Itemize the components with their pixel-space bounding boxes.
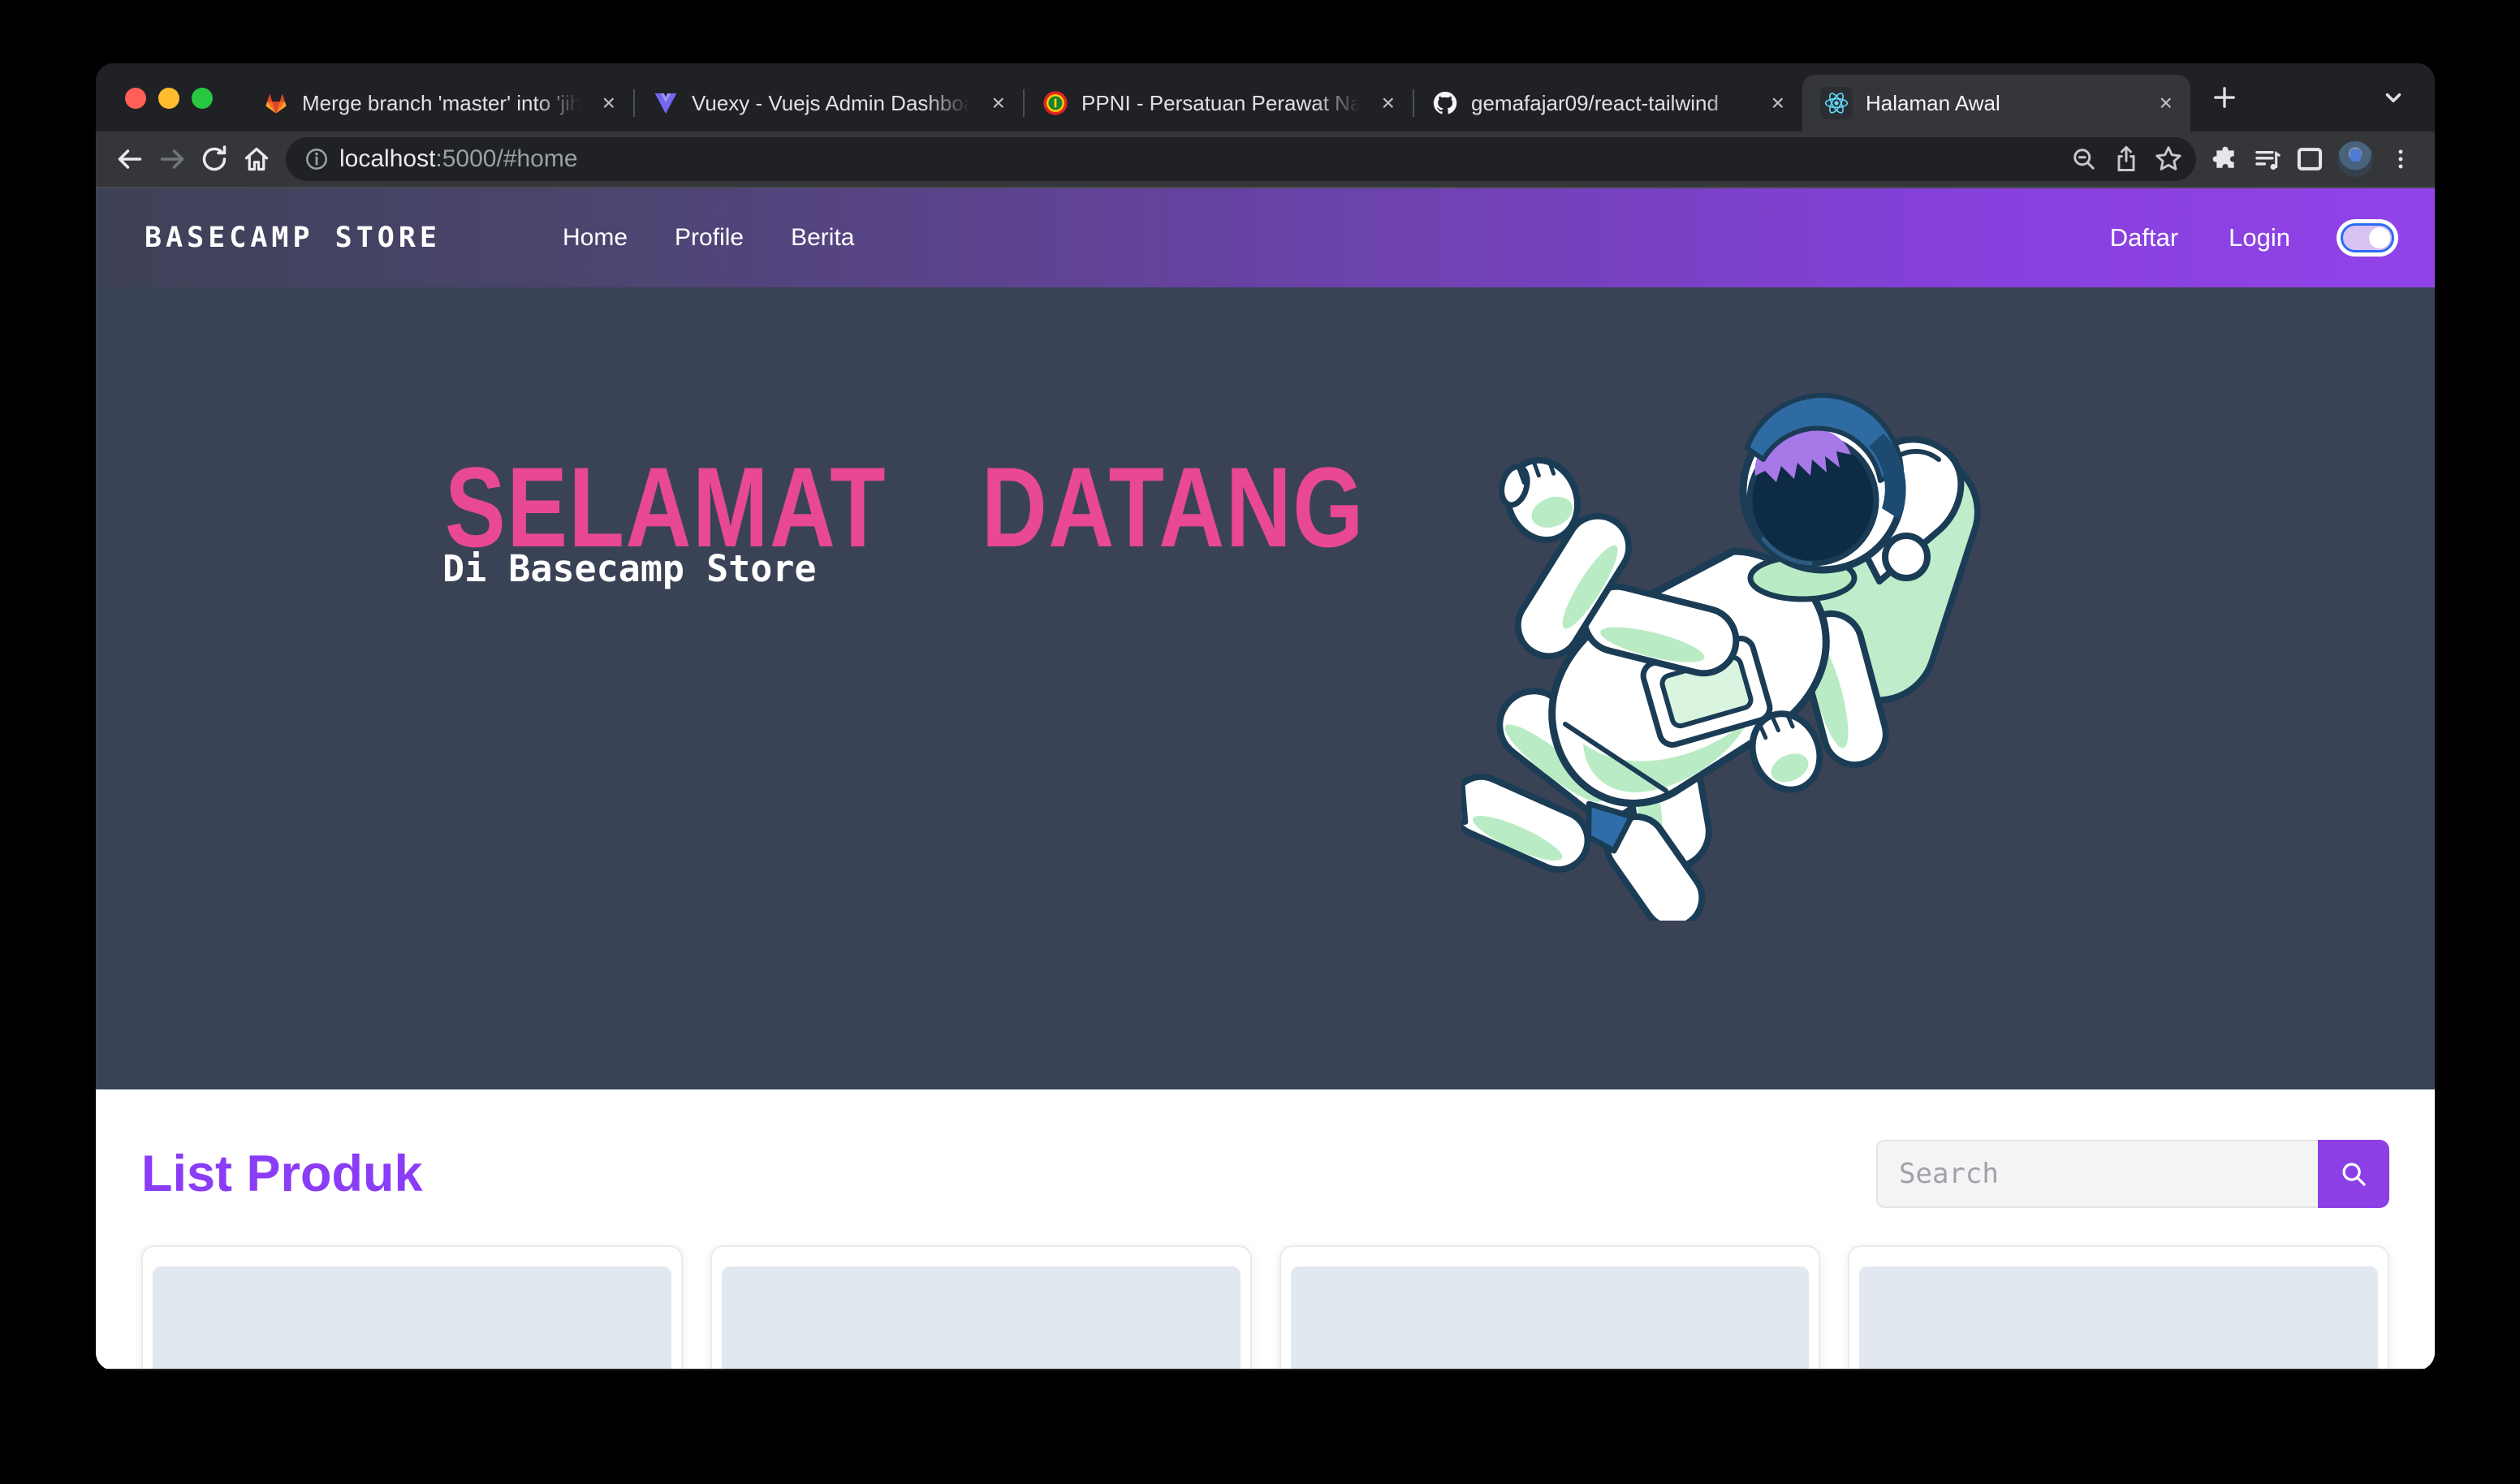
product-card[interactable]	[710, 1245, 1252, 1369]
product-card[interactable]	[1848, 1245, 2389, 1369]
browser-menu-button[interactable]	[2380, 138, 2422, 180]
close-window-button[interactable]	[125, 88, 146, 109]
products-heading: List Produk	[141, 1145, 423, 1203]
tab-ppni[interactable]: PPNI - Persatuan Perawat Nasio ×	[1025, 75, 1413, 132]
plus-icon	[2210, 83, 2239, 112]
nav-link-profile[interactable]: Profile	[675, 224, 744, 252]
bookmark-button[interactable]	[2147, 138, 2190, 180]
product-card-grid	[141, 1245, 2389, 1369]
tab-gitlab[interactable]: Merge branch 'master' into 'jiha ×	[245, 75, 633, 132]
media-controls-button[interactable]	[2246, 138, 2289, 180]
site-navbar: BASECAMP STORE Home Profile Berita Dafta…	[96, 188, 2435, 287]
site-info-button[interactable]	[299, 141, 334, 177]
nav-link-home[interactable]: Home	[563, 224, 628, 252]
tab-title: Vuexy - Vuejs Admin Dashboard	[692, 91, 976, 116]
reload-button[interactable]	[193, 138, 235, 180]
forward-button[interactable]	[151, 138, 193, 180]
home-button[interactable]	[235, 138, 278, 180]
product-image-placeholder	[722, 1266, 1241, 1369]
hero-section: SELAMAT DATANG Di Basecamp Store	[96, 287, 2435, 1089]
hero-subtitle: Di Basecamp Store	[442, 547, 817, 590]
share-icon	[2112, 145, 2141, 174]
product-image-placeholder	[153, 1266, 671, 1369]
product-image-placeholder	[1291, 1266, 1810, 1369]
tab-close-icon[interactable]: ×	[1379, 88, 1398, 118]
tab-close-icon[interactable]: ×	[1768, 88, 1788, 118]
browser-window: Merge branch 'master' into 'jiha × Vuexy…	[96, 63, 2435, 1370]
product-card[interactable]	[141, 1245, 683, 1369]
tab-close-icon[interactable]: ×	[599, 88, 619, 118]
extensions-button[interactable]	[2204, 138, 2246, 180]
zoom-button[interactable]	[2063, 138, 2105, 180]
url-text: localhost:5000/#home	[339, 145, 578, 173]
nav-actions: Daftar Login	[2110, 223, 2406, 252]
tab-vuexy[interactable]: Vuexy - Vuejs Admin Dashboard ×	[635, 75, 1023, 132]
products-header: List Produk	[141, 1140, 2389, 1208]
brand-logo: BASECAMP STORE	[145, 222, 441, 254]
tab-close-icon[interactable]: ×	[989, 88, 1008, 118]
vuexy-icon	[653, 90, 679, 116]
tab-github[interactable]: gemafajar09/react-tailwind ×	[1414, 75, 1802, 132]
tab-title: gemafajar09/react-tailwind	[1471, 91, 1755, 116]
address-bar-actions	[2063, 138, 2190, 180]
profile-avatar[interactable]	[2337, 141, 2373, 177]
star-icon	[2153, 144, 2184, 175]
tab-halaman-awal-active[interactable]: Halaman Awal ×	[1802, 75, 2190, 132]
forward-icon	[156, 143, 188, 175]
toggle-knob	[2369, 227, 2390, 248]
tab-title: PPNI - Persatuan Perawat Nasio	[1081, 91, 1366, 116]
ppni-icon	[1042, 90, 1068, 116]
url-path: :5000/#home	[435, 145, 577, 172]
github-icon	[1432, 90, 1458, 116]
puzzle-icon	[2210, 144, 2241, 175]
traffic-lights	[125, 88, 213, 109]
browser-toolbar: localhost:5000/#home	[96, 132, 2435, 188]
address-bar[interactable]: localhost:5000/#home	[286, 137, 2196, 181]
tabs: Merge branch 'master' into 'jiha × Vuexy…	[245, 75, 2190, 132]
nav-link-berita[interactable]: Berita	[791, 224, 854, 252]
tab-search-button[interactable]	[2374, 80, 2413, 115]
url-host: localhost	[339, 145, 435, 172]
tab-strip: Merge branch 'master' into 'jiha × Vuexy…	[96, 63, 2435, 132]
zoom-out-icon	[2069, 145, 2099, 174]
astronaut-illustration	[1461, 369, 1981, 921]
info-icon	[303, 145, 330, 173]
theme-toggle[interactable]	[2341, 223, 2394, 252]
search-input[interactable]	[1876, 1140, 2318, 1208]
share-button[interactable]	[2105, 138, 2147, 180]
product-image-placeholder	[1859, 1266, 2378, 1369]
home-icon	[240, 143, 273, 175]
gitlab-icon	[263, 90, 289, 116]
back-button[interactable]	[109, 138, 151, 180]
nav-action-daftar[interactable]: Daftar	[2110, 223, 2178, 252]
minimize-window-button[interactable]	[158, 88, 179, 109]
tab-title: Halaman Awal	[1866, 91, 2143, 116]
three-dots-icon	[2386, 145, 2415, 174]
search-button[interactable]	[2318, 1140, 2389, 1208]
nav-action-login[interactable]: Login	[2229, 223, 2290, 252]
new-tab-button[interactable]	[2203, 76, 2246, 119]
tab-title: Merge branch 'master' into 'jiha	[302, 91, 586, 116]
tab-close-icon[interactable]: ×	[2156, 88, 2176, 118]
search-icon	[2338, 1158, 2369, 1189]
products-section: List Produk	[96, 1089, 2435, 1369]
reload-icon	[198, 143, 231, 175]
nav-links: Home Profile Berita	[563, 224, 854, 252]
back-icon	[114, 143, 146, 175]
page-content: BASECAMP STORE Home Profile Berita Dafta…	[96, 188, 2435, 1369]
product-card[interactable]	[1279, 1245, 1821, 1369]
playlist-music-icon	[2252, 144, 2283, 175]
chevron-down-icon	[2380, 84, 2407, 111]
search-group	[1876, 1140, 2389, 1208]
sidebar-icon	[2294, 144, 2325, 175]
zoom-window-button[interactable]	[192, 88, 213, 109]
react-icon	[1820, 87, 1853, 119]
side-panel-button[interactable]	[2289, 138, 2331, 180]
